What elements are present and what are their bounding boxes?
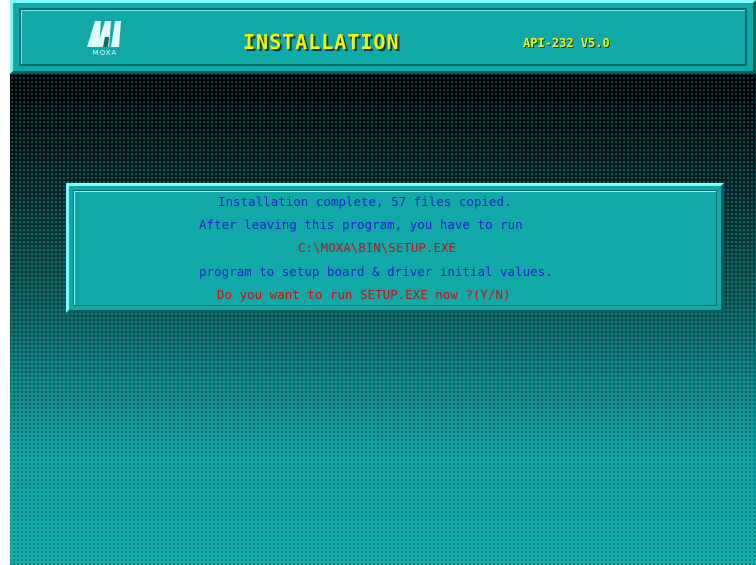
run-setup-prompt[interactable]: Do you want to run SETUP.EXE now ?(Y/N) [217, 286, 511, 304]
message-files-copied: Installation complete, 57 files copied. [218, 194, 512, 209]
logo-text: MOXA [92, 49, 118, 57]
message-setup-board: program to setup board & driver initial … [199, 264, 553, 279]
installation-complete-dialog: Installation complete, 57 files copied. … [66, 183, 724, 313]
page-title: INSTALLATION [243, 30, 400, 54]
version-label: API-232 V5.0 [523, 36, 610, 50]
moxa-logo-icon [87, 21, 121, 47]
setup-path: C:\MOXA\BIN\SETUP.EXE [298, 240, 457, 255]
moxa-logo: MOXA [85, 19, 125, 59]
message-leaving-program: After leaving this program, you have to … [199, 217, 523, 232]
header-bar: MOXA INSTALLATION API-232 V5.0 [10, 0, 756, 74]
